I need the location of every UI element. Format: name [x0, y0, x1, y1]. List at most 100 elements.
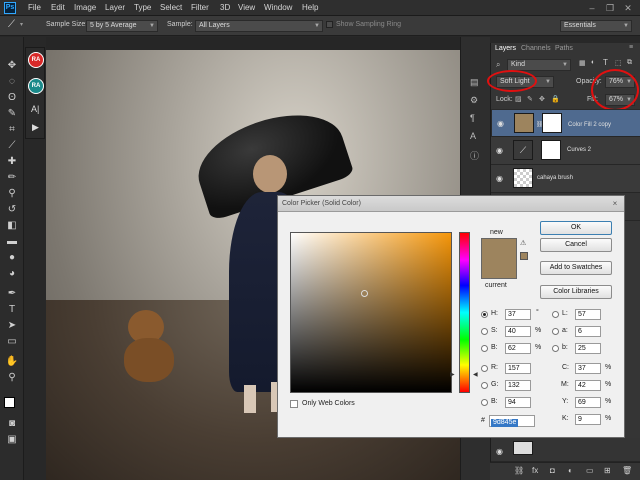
- blur-tool-icon[interactable]: ●: [4, 251, 20, 265]
- eyedropper-tool-icon[interactable]: ⟋: [4, 139, 20, 153]
- eyedropper-icon[interactable]: ⟋: [8, 19, 15, 30]
- menu-file[interactable]: File: [28, 3, 41, 12]
- panel-menu-icon[interactable]: ≡: [629, 44, 633, 51]
- text-tool-icon[interactable]: A|: [31, 104, 39, 114]
- only-web-colors-checkbox[interactable]: [290, 400, 298, 408]
- action-badge-ra-2[interactable]: RA: [28, 78, 44, 94]
- add-to-swatches-button[interactable]: Add to Swatches: [540, 261, 612, 275]
- path-selection-tool-icon[interactable]: ➤: [4, 319, 20, 333]
- hue-slider-right-arrow-icon[interactable]: ◀: [473, 371, 478, 378]
- b-channel-radio[interactable]: [552, 345, 559, 352]
- info-panel-icon[interactable]: ⓘ: [470, 149, 479, 162]
- blue-input[interactable]: 94: [505, 397, 531, 408]
- play-icon[interactable]: ▶: [32, 122, 39, 133]
- quick-select-tool-icon[interactable]: ✎: [4, 107, 20, 121]
- paragraph-panel-icon[interactable]: ¶: [470, 113, 475, 123]
- menu-type[interactable]: Type: [134, 3, 151, 12]
- history-panel-icon[interactable]: ▤: [470, 77, 479, 88]
- lightness-radio[interactable]: [552, 311, 559, 318]
- red-radio[interactable]: [481, 365, 488, 372]
- lock-position-icon[interactable]: ✥: [539, 95, 545, 103]
- rectangle-tool-icon[interactable]: ▭: [4, 335, 20, 349]
- web-safe-color-swatch[interactable]: [520, 252, 528, 260]
- visibility-eye-icon[interactable]: ◉: [497, 119, 504, 129]
- hue-input[interactable]: 37: [505, 309, 531, 320]
- type-tool-icon[interactable]: T: [4, 303, 20, 317]
- move-tool-icon[interactable]: ✥: [4, 59, 20, 73]
- layer-row[interactable]: ◉ ⟋ Curves 2: [491, 137, 640, 165]
- blue-radio[interactable]: [481, 399, 488, 406]
- foreground-color-swatch[interactable]: [4, 397, 15, 408]
- new-layer-icon[interactable]: ⊞: [604, 466, 611, 475]
- cyan-input[interactable]: 37: [575, 363, 601, 374]
- black-input[interactable]: 9: [575, 414, 601, 425]
- menu-help[interactable]: Help: [302, 3, 318, 12]
- menu-filter[interactable]: Filter: [191, 3, 209, 12]
- hue-slider-left-arrow-icon[interactable]: ▶: [450, 371, 455, 378]
- new-group-icon[interactable]: ▭: [586, 466, 594, 475]
- menu-layer[interactable]: Layer: [105, 3, 125, 12]
- lock-transparency-icon[interactable]: ▨: [515, 95, 522, 103]
- lasso-tool-icon[interactable]: ʘ: [4, 91, 20, 105]
- hex-input[interactable]: 9d845e: [489, 415, 535, 427]
- clone-stamp-tool-icon[interactable]: ⚲: [4, 187, 20, 201]
- brush-tool-icon[interactable]: ✏: [4, 171, 20, 185]
- trash-icon[interactable]: 🗑: [622, 466, 632, 475]
- add-mask-icon[interactable]: ◘: [550, 466, 555, 475]
- restore-icon[interactable]: ❐: [604, 2, 616, 14]
- history-brush-tool-icon[interactable]: ↺: [4, 203, 20, 217]
- a-channel-radio[interactable]: [552, 328, 559, 335]
- screen-mode-icon[interactable]: ▣: [4, 433, 20, 447]
- quick-mask-icon[interactable]: ◙: [4, 417, 20, 431]
- menu-image[interactable]: Image: [74, 3, 96, 12]
- green-input[interactable]: 132: [505, 380, 531, 391]
- filter-smart-object-icon[interactable]: ⧉: [627, 59, 632, 67]
- layer-row[interactable]: ◉: [491, 438, 640, 462]
- b-channel-input[interactable]: 25: [575, 343, 601, 354]
- saturation-brightness-field[interactable]: [290, 232, 452, 393]
- menu-view[interactable]: View: [238, 3, 255, 12]
- minimize-icon[interactable]: –: [586, 2, 598, 14]
- character-panel-icon[interactable]: A: [470, 131, 476, 141]
- filter-type-icon[interactable]: T: [603, 58, 608, 67]
- red-input[interactable]: 157: [505, 363, 531, 374]
- visibility-eye-icon[interactable]: ◉: [496, 146, 503, 155]
- lock-all-icon[interactable]: 🔒: [551, 95, 560, 103]
- layer-row[interactable]: ◉ ⛓ Color Fill 2 copy: [491, 109, 640, 137]
- action-badge-ra-1[interactable]: RA: [28, 52, 44, 68]
- healing-brush-tool-icon[interactable]: ✚: [4, 155, 20, 169]
- brightness-input[interactable]: 62: [505, 343, 531, 354]
- close-icon[interactable]: ×: [610, 199, 620, 209]
- fx-icon[interactable]: fx: [532, 466, 538, 475]
- menu-window[interactable]: Window: [264, 3, 292, 12]
- zoom-tool-icon[interactable]: ⚲: [4, 371, 20, 385]
- dodge-tool-icon[interactable]: ◕: [4, 267, 20, 281]
- layer-row[interactable]: ◉ cahaya brush: [491, 165, 640, 193]
- menu-edit[interactable]: Edit: [51, 3, 65, 12]
- magenta-input[interactable]: 42: [575, 380, 601, 391]
- color-field-cursor[interactable]: [361, 290, 368, 297]
- saturation-input[interactable]: 40: [505, 326, 531, 337]
- crop-tool-icon[interactable]: ⌗: [4, 123, 20, 137]
- marquee-tool-icon[interactable]: ◌: [4, 75, 20, 89]
- yellow-input[interactable]: 69: [575, 397, 601, 408]
- tab-paths[interactable]: Paths: [555, 45, 573, 52]
- hue-slider[interactable]: [459, 232, 470, 393]
- brightness-radio[interactable]: [481, 345, 488, 352]
- adjustment-layer-icon[interactable]: ◐: [568, 466, 573, 475]
- hue-radio[interactable]: [481, 311, 488, 318]
- gamut-warning-icon[interactable]: ⚠: [520, 240, 528, 248]
- link-layers-icon[interactable]: ⛓: [514, 466, 524, 475]
- menu-3d[interactable]: 3D: [220, 3, 230, 12]
- filter-pixel-icon[interactable]: ▦: [579, 59, 586, 67]
- current-color-swatch[interactable]: [481, 259, 517, 279]
- properties-panel-icon[interactable]: ⚙: [470, 95, 478, 106]
- sample-size-select[interactable]: 5 by 5 Average ▼: [86, 20, 158, 32]
- sample-select[interactable]: All Layers ▼: [195, 20, 323, 32]
- tab-layers[interactable]: Layers: [495, 45, 516, 52]
- ok-button[interactable]: OK: [540, 221, 612, 235]
- lightness-input[interactable]: 57: [575, 309, 601, 320]
- green-radio[interactable]: [481, 382, 488, 389]
- tool-preset-chevron-icon[interactable]: ▾: [20, 21, 23, 28]
- eraser-tool-icon[interactable]: ◧: [4, 219, 20, 233]
